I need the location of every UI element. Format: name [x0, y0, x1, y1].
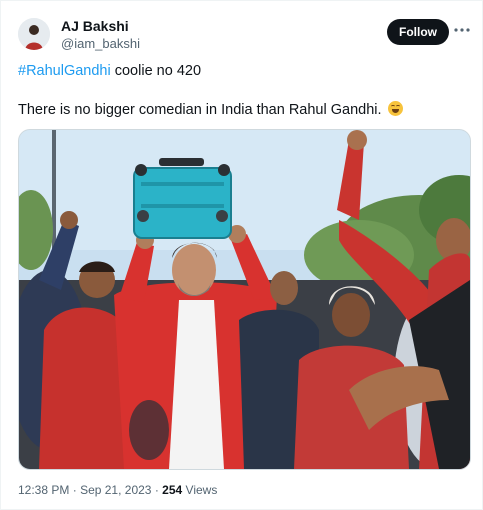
author-name[interactable]: AJ Bakshi	[61, 18, 129, 34]
tweet-date[interactable]: Sep 21, 2023	[80, 483, 151, 497]
tweet-text-line-2: There is no bigger comedian in India tha…	[18, 101, 403, 118]
views-label: Views	[185, 483, 218, 497]
tweet-time[interactable]: 12:38 PM	[18, 483, 69, 497]
tweet-text-sentence: There is no bigger comedian in India tha…	[18, 102, 382, 118]
hashtag-link[interactable]: #RahulGandhi	[18, 63, 111, 79]
author-handle[interactable]: @iam_bakshi	[61, 36, 140, 51]
author-avatar[interactable]	[18, 18, 50, 50]
meta-separator: ·	[72, 483, 77, 497]
photo-illustration	[19, 130, 470, 469]
rolling-on-floor-laughing-emoji-icon	[387, 101, 403, 116]
more-options-icon[interactable]	[453, 21, 471, 39]
tweet-card: AJ Bakshi @iam_bakshi Follow #RahulGandh…	[0, 0, 483, 510]
tweet-text-line-1: #RahulGandhi coolie no 420	[18, 63, 201, 79]
tweet-text-rest: coolie no 420	[110, 63, 202, 79]
tweet-photo[interactable]	[18, 129, 471, 470]
follow-button[interactable]: Follow	[387, 19, 449, 45]
views-count: 254	[162, 483, 183, 497]
meta-separator-2: ·	[154, 483, 159, 497]
avatar-image	[18, 18, 50, 50]
tweet-meta: 12:38 PM · Sep 21, 2023 · 254 Views	[18, 483, 217, 497]
